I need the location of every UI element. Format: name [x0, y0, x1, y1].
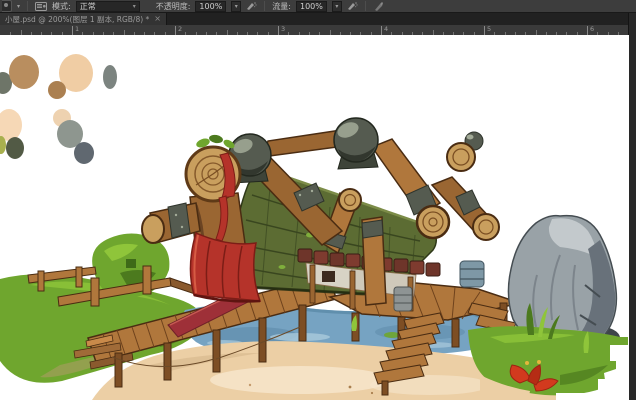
back-log-end — [447, 143, 475, 171]
opacity-label: 不透明度: — [156, 1, 191, 12]
mode-label: 模式: — [52, 1, 71, 12]
artwork-svg[interactable] — [0, 35, 629, 400]
metal-sphere-right — [334, 118, 378, 169]
barrel-blue — [460, 261, 484, 287]
document-tab[interactable]: 小屋.psd @ 200%(图层 1 副本, RGB/8) * × — [0, 13, 167, 25]
tab-close-icon[interactable]: × — [154, 15, 161, 23]
tab-bar: 小屋.psd @ 200%(图层 1 副本, RGB/8) * × — [0, 13, 636, 25]
application-window: ▾ 模式: 正常 ▾ 不透明度: 100% ▾ 流量: 100% ▾ 小屋.ps… — [0, 0, 636, 400]
airbrush-opacity-icon[interactable] — [246, 1, 257, 12]
opacity-input[interactable]: 100% — [195, 1, 226, 12]
panel-edge-strip — [628, 13, 636, 400]
separator — [264, 1, 265, 11]
mode-dropdown-caret: ▾ — [133, 2, 136, 11]
airbrush-extra-icon[interactable] — [373, 1, 384, 12]
flow-label: 流量: — [272, 1, 291, 12]
color-swatch-blobs — [0, 54, 117, 164]
options-bar: ▾ 模式: 正常 ▾ 不透明度: 100% ▾ 流量: 100% ▾ — [0, 0, 636, 13]
separator — [365, 1, 366, 11]
brush-preset-caret[interactable]: ▾ — [17, 3, 20, 10]
separator — [27, 1, 28, 11]
opacity-caret[interactable]: ▾ — [231, 1, 241, 12]
mode-value: 正常 — [80, 2, 96, 11]
canvas[interactable] — [0, 35, 629, 400]
brush-preset-picker-icon[interactable] — [2, 1, 12, 12]
airbrush-flow-icon[interactable] — [347, 1, 358, 12]
toggle-brush-panel-icon[interactable] — [35, 1, 47, 12]
document-tab-title: 小屋.psd @ 200%(图层 1 副本, RGB/8) * — [5, 14, 149, 25]
flow-caret[interactable]: ▾ — [332, 1, 342, 12]
red-drape — [190, 233, 260, 301]
log-hut — [142, 118, 499, 311]
flow-input[interactable]: 100% — [296, 1, 327, 12]
mode-select[interactable]: 正常 ▾ — [76, 1, 140, 12]
barrel-grey — [394, 287, 412, 311]
